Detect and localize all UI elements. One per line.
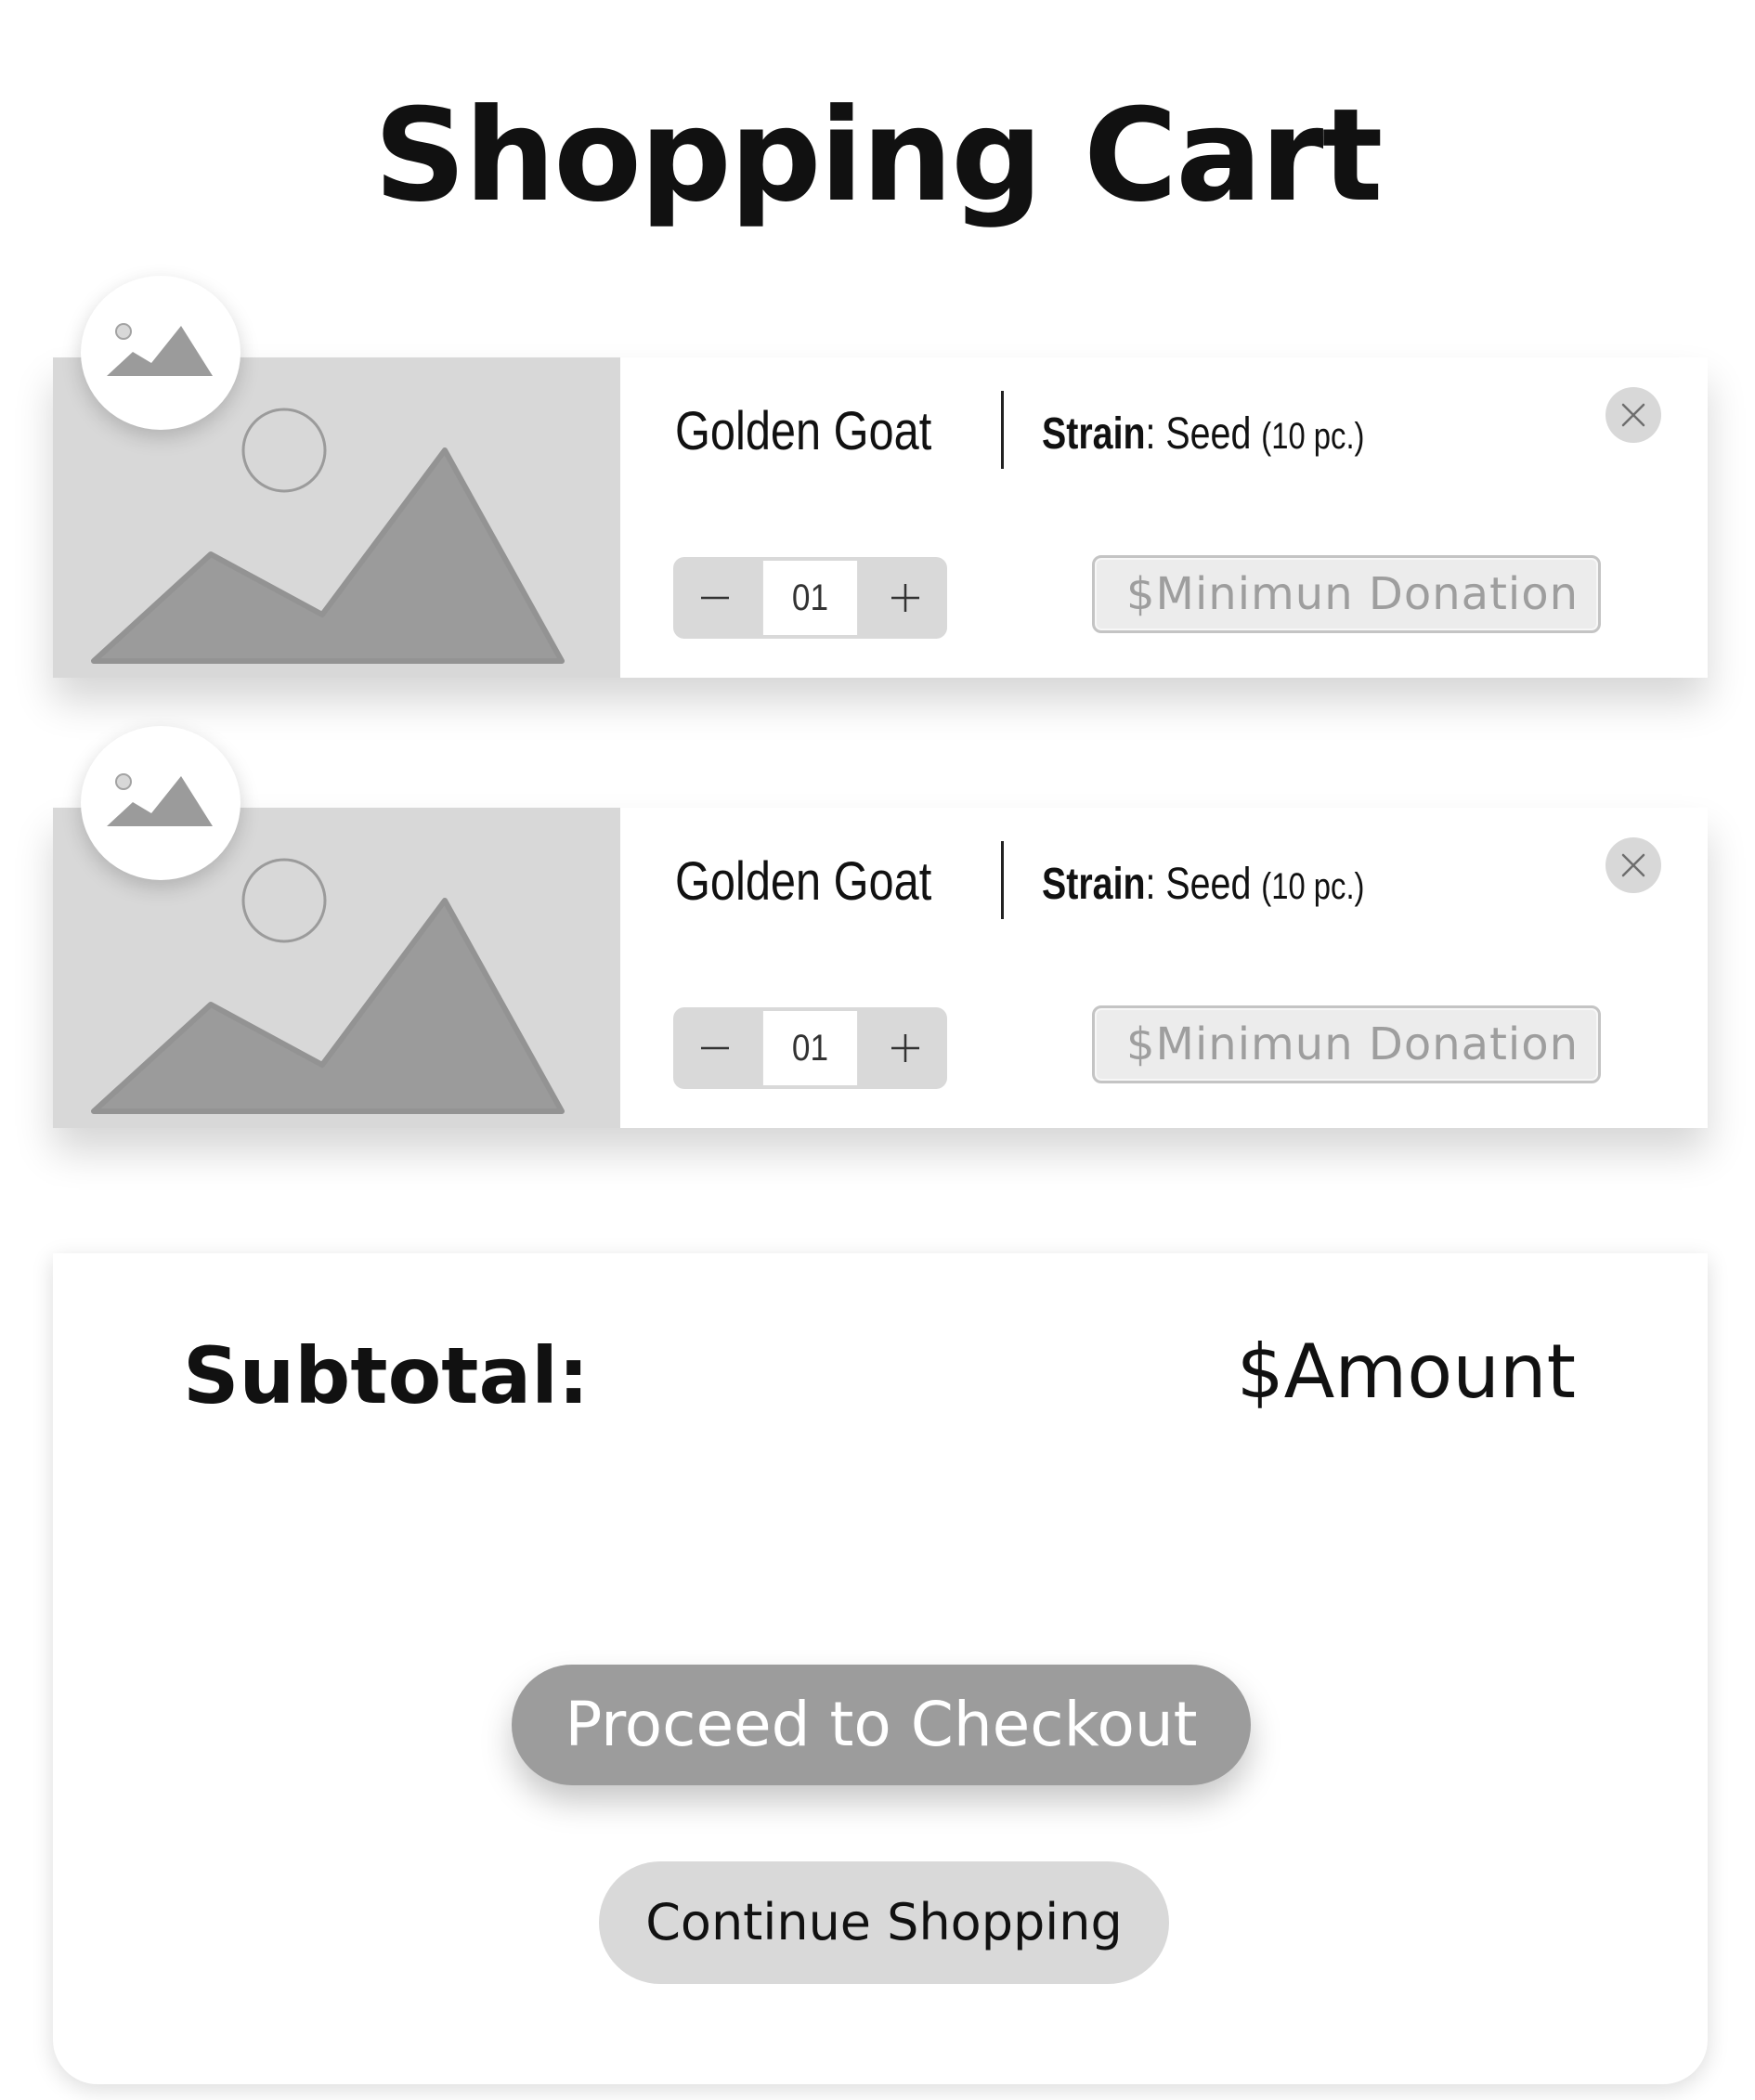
subtotal-label: Subtotal: xyxy=(183,1330,590,1421)
donation-field[interactable] xyxy=(1092,555,1601,633)
strain-value: Seed xyxy=(1165,860,1252,909)
quantity-value[interactable]: 01 xyxy=(762,1011,858,1085)
image-placeholder-icon xyxy=(81,276,240,430)
divider xyxy=(1001,391,1004,469)
minus-icon xyxy=(701,1046,729,1050)
plus-icon xyxy=(891,584,919,612)
cart-item: Golden Goat Strain: Seed (10 pc.) 01 xyxy=(53,726,1708,1128)
decrement-button[interactable] xyxy=(673,557,757,639)
quantity-value[interactable]: 01 xyxy=(762,561,858,635)
increment-button[interactable] xyxy=(864,1007,947,1089)
close-icon xyxy=(1621,853,1645,877)
quantity-stepper: 01 xyxy=(673,557,947,639)
product-strain: Strain: Seed (10 pc.) xyxy=(1042,409,1365,459)
strain-label: Strain xyxy=(1042,409,1146,459)
remove-item-button[interactable] xyxy=(1606,837,1661,893)
minus-icon xyxy=(701,596,729,600)
product-name: Golden Goat xyxy=(675,851,932,912)
plus-icon xyxy=(891,1034,919,1062)
proceed-to-checkout-button[interactable]: Proceed to Checkout xyxy=(512,1665,1251,1785)
strain-pack-size: (10 pc.) xyxy=(1261,416,1365,457)
close-icon xyxy=(1621,403,1645,427)
strain-pack-size: (10 pc.) xyxy=(1261,866,1365,907)
strain-value: Seed xyxy=(1165,409,1252,459)
quantity-stepper: 01 xyxy=(673,1007,947,1089)
remove-item-button[interactable] xyxy=(1606,387,1661,443)
increment-button[interactable] xyxy=(864,557,947,639)
product-name: Golden Goat xyxy=(675,401,932,461)
image-placeholder-icon xyxy=(81,726,240,880)
continue-shopping-button[interactable]: Continue Shopping xyxy=(599,1861,1169,1984)
order-summary: Subtotal: $Amount Proceed to Checkout Co… xyxy=(53,1253,1708,2084)
page-title: Shopping Cart xyxy=(373,81,1384,230)
donation-field[interactable] xyxy=(1092,1005,1601,1083)
decrement-button[interactable] xyxy=(673,1007,757,1089)
cart-item: Golden Goat Strain: Seed (10 pc.) 01 xyxy=(53,276,1708,678)
subtotal-amount: $Amount xyxy=(1236,1329,1576,1415)
product-strain: Strain: Seed (10 pc.) xyxy=(1042,860,1365,909)
strain-label: Strain xyxy=(1042,860,1146,909)
divider xyxy=(1001,841,1004,919)
